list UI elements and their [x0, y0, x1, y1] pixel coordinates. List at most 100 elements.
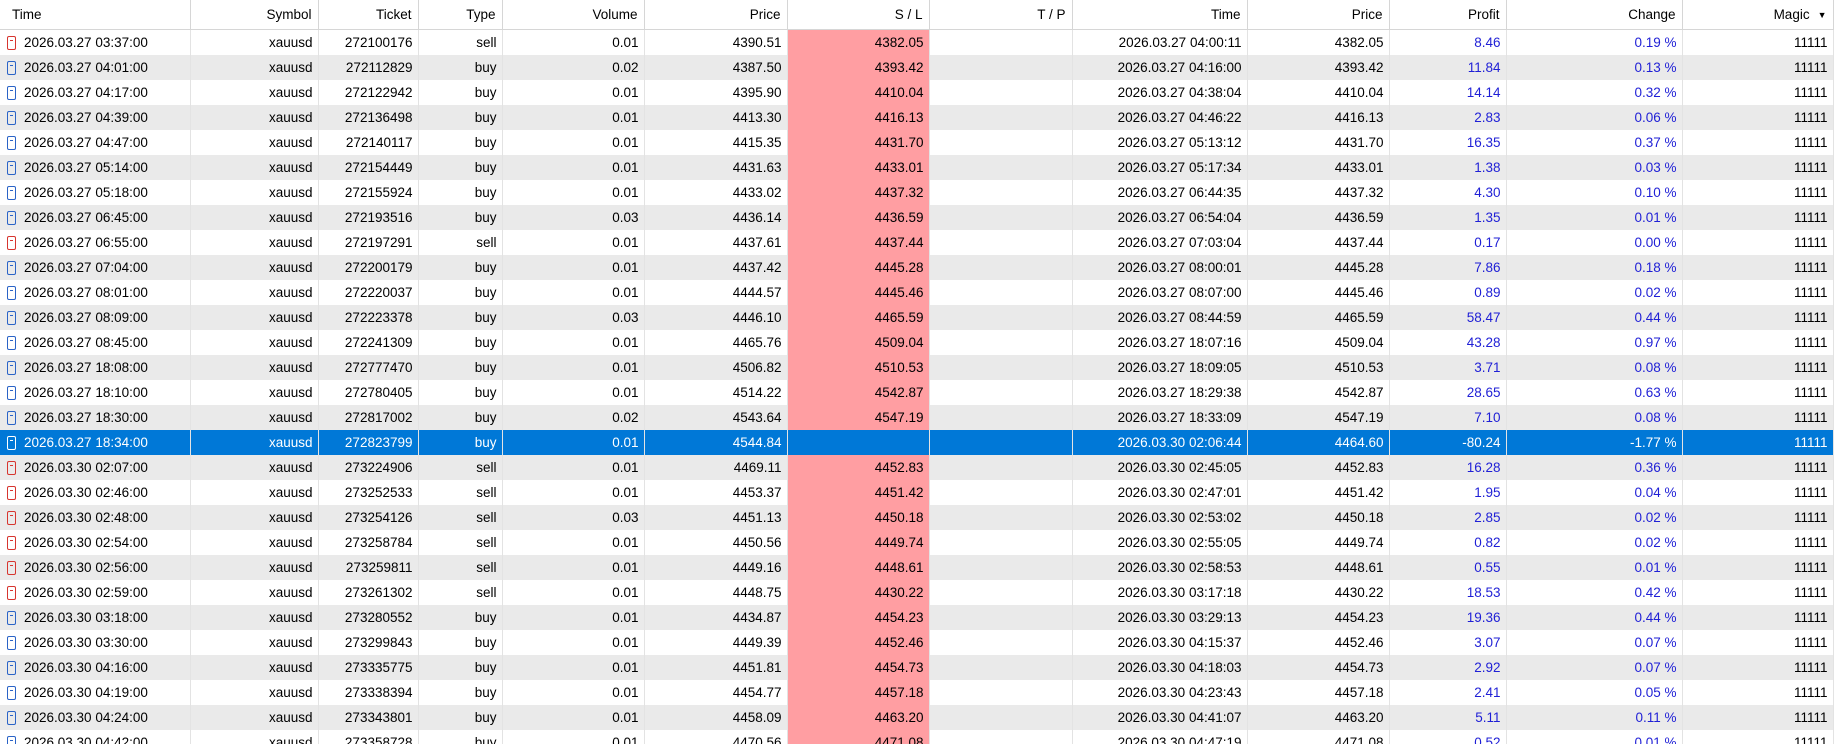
table-row[interactable]: 2026.03.27 18:08:00 xauusd 272777470 buy 0.0… [0, 354, 1834, 380]
header-open-time[interactable]: Time [0, 0, 191, 30]
header-ticket[interactable]: Ticket [318, 0, 419, 30]
header-take-profit[interactable]: T / P [929, 0, 1073, 30]
header-volume[interactable]: Volume [502, 0, 645, 30]
header-close-time[interactable]: Time [1072, 0, 1248, 30]
magic-cell: 11111 [1682, 604, 1834, 630]
type-cell: buy [418, 154, 503, 180]
magic-cell: 11111 [1682, 29, 1834, 55]
table-row[interactable]: 2026.03.27 03:37:00 xauusd 272100176 sell 0.… [0, 29, 1834, 55]
header-symbol[interactable]: Symbol [190, 0, 319, 30]
open-time-cell: 2026.03.27 07:04:00 [0, 254, 191, 280]
profit-cell: 8.46 [1389, 29, 1507, 55]
type-cell: buy [418, 179, 503, 205]
table-row[interactable]: 2026.03.27 08:45:00 xauusd 272241309 buy 0.0… [0, 329, 1834, 355]
profit-cell: 16.35 [1389, 129, 1507, 155]
type-cell: sell [418, 529, 503, 555]
close-time-cell: 2026.03.27 18:09:05 [1072, 354, 1248, 380]
header-type[interactable]: Type [418, 0, 503, 30]
stop-loss-cell: 4471.08 [787, 729, 930, 744]
sort-descending-icon: ▼ [1817, 10, 1827, 20]
table-row[interactable]: 2026.03.27 04:01:00 xauusd 272112829 buy 0.0… [0, 54, 1834, 80]
ticket-cell: 272220037 [318, 279, 419, 305]
table-row[interactable]: 2026.03.30 03:30:00 xauusd 273299843 buy 0.0… [0, 629, 1834, 655]
type-cell: sell [418, 229, 503, 255]
ticket-cell: 273299843 [318, 629, 419, 655]
stop-loss-cell: 4393.42 [787, 54, 930, 80]
table-row[interactable]: 2026.03.27 08:01:00 xauusd 272220037 buy 0.0… [0, 279, 1834, 305]
stop-loss-cell: 4437.32 [787, 179, 930, 205]
change-cell: 0.19 % [1506, 29, 1683, 55]
symbol-cell: xauusd [190, 679, 319, 705]
header-profit[interactable]: Profit [1389, 0, 1507, 30]
stop-loss-cell: 4382.05 [787, 29, 930, 55]
header-close-price[interactable]: Price [1247, 0, 1390, 30]
table-row[interactable]: 2026.03.27 04:47:00 xauusd 272140117 buy 0.0… [0, 129, 1834, 155]
header-open-price[interactable]: Price [644, 0, 788, 30]
table-row[interactable]: 2026.03.30 02:54:00 xauusd 273258784 sell 0.… [0, 529, 1834, 555]
open-price-cell: 4433.02 [644, 179, 788, 205]
magic-cell: 11111 [1682, 654, 1834, 680]
buy-order-icon [7, 135, 16, 150]
open-time-cell: 2026.03.30 03:30:00 [0, 629, 191, 655]
table-row[interactable]: 2026.03.27 08:09:00 xauusd 272223378 buy 0.0… [0, 304, 1834, 330]
table-row-selected[interactable]: 2026.03.27 18:34:00 xauusd 272823799 buy 0.0… [0, 429, 1834, 455]
buy-order-icon [7, 310, 16, 325]
table-row[interactable]: 2026.03.30 04:16:00 xauusd 273335775 buy 0.0… [0, 654, 1834, 680]
close-time-cell: 2026.03.27 04:38:04 [1072, 79, 1248, 105]
stop-loss-cell: 4454.73 [787, 654, 930, 680]
volume-cell: 0.01 [502, 229, 645, 255]
table-row[interactable]: 2026.03.27 05:18:00 xauusd 272155924 buy 0.0… [0, 179, 1834, 205]
sell-order-icon [7, 510, 16, 525]
magic-cell: 11111 [1682, 254, 1834, 280]
open-price-cell: 4458.09 [644, 704, 788, 730]
take-profit-cell [929, 304, 1073, 330]
open-time-cell: 2026.03.27 05:14:00 [0, 154, 191, 180]
close-time-cell: 2026.03.30 02:45:05 [1072, 454, 1248, 480]
table-row[interactable]: 2026.03.30 04:24:00 xauusd 273343801 buy 0.0… [0, 704, 1834, 730]
table-row[interactable]: 2026.03.30 03:18:00 xauusd 273280552 buy 0.0… [0, 604, 1834, 630]
table-row[interactable]: 2026.03.30 02:07:00 xauusd 273224906 sell 0.… [0, 454, 1834, 480]
table-row[interactable]: 2026.03.27 05:14:00 xauusd 272154449 buy 0.0… [0, 154, 1834, 180]
table-row[interactable]: 2026.03.27 04:17:00 xauusd 272122942 buy 0.0… [0, 79, 1834, 105]
volume-cell: 0.01 [502, 654, 645, 680]
table-row[interactable]: 2026.03.27 18:30:00 xauusd 272817002 buy 0.0… [0, 404, 1834, 430]
volume-cell: 0.01 [502, 704, 645, 730]
buy-order-icon [7, 385, 16, 400]
open-time-text: 2026.03.30 04:24:00 [24, 709, 148, 725]
volume-cell: 0.01 [502, 279, 645, 305]
open-price-cell: 4415.35 [644, 129, 788, 155]
change-cell: 0.01 % [1506, 729, 1683, 744]
open-time-text: 2026.03.27 08:45:00 [24, 334, 148, 350]
table-row[interactable]: 2026.03.27 06:45:00 xauusd 272193516 buy 0.0… [0, 204, 1834, 230]
header-magic[interactable]: Magic ▼ [1682, 0, 1834, 30]
sell-order-icon [7, 460, 16, 475]
type-cell: sell [418, 479, 503, 505]
profit-cell: 1.95 [1389, 479, 1507, 505]
table-row[interactable]: 2026.03.30 04:42:00 xauusd 273358728 buy 0.0… [0, 729, 1834, 744]
table-row[interactable]: 2026.03.27 18:10:00 xauusd 272780405 buy 0.0… [0, 379, 1834, 405]
change-cell: 0.00 % [1506, 229, 1683, 255]
buy-order-icon [7, 160, 16, 175]
buy-order-icon [7, 360, 16, 375]
volume-cell: 0.01 [502, 529, 645, 555]
table-row[interactable]: 2026.03.30 04:19:00 xauusd 273338394 buy 0.0… [0, 679, 1834, 705]
profit-cell: 58.47 [1389, 304, 1507, 330]
open-price-cell: 4465.76 [644, 329, 788, 355]
header-stop-loss[interactable]: S / L [787, 0, 930, 30]
table-row[interactable]: 2026.03.27 04:39:00 xauusd 272136498 buy 0.0… [0, 104, 1834, 130]
table-row[interactable]: 2026.03.30 02:48:00 xauusd 273254126 sell 0.… [0, 504, 1834, 530]
symbol-cell: xauusd [190, 729, 319, 744]
ticket-cell: 272817002 [318, 404, 419, 430]
table-row[interactable]: 2026.03.30 02:59:00 xauusd 273261302 sell 0.… [0, 579, 1834, 605]
header-change[interactable]: Change [1506, 0, 1683, 30]
stop-loss-cell: 4452.83 [787, 454, 930, 480]
table-row[interactable]: 2026.03.30 02:56:00 xauusd 273259811 sell 0.… [0, 554, 1834, 580]
table-row[interactable]: 2026.03.27 06:55:00 xauusd 272197291 sell 0.… [0, 229, 1834, 255]
table-row[interactable]: 2026.03.30 02:46:00 xauusd 273252533 sell 0.… [0, 479, 1834, 505]
symbol-cell: xauusd [190, 454, 319, 480]
table-row[interactable]: 2026.03.27 07:04:00 xauusd 272200179 buy 0.0… [0, 254, 1834, 280]
symbol-cell: xauusd [190, 204, 319, 230]
change-cell: 0.63 % [1506, 379, 1683, 405]
open-time-cell: 2026.03.27 18:10:00 [0, 379, 191, 405]
type-cell: sell [418, 29, 503, 55]
